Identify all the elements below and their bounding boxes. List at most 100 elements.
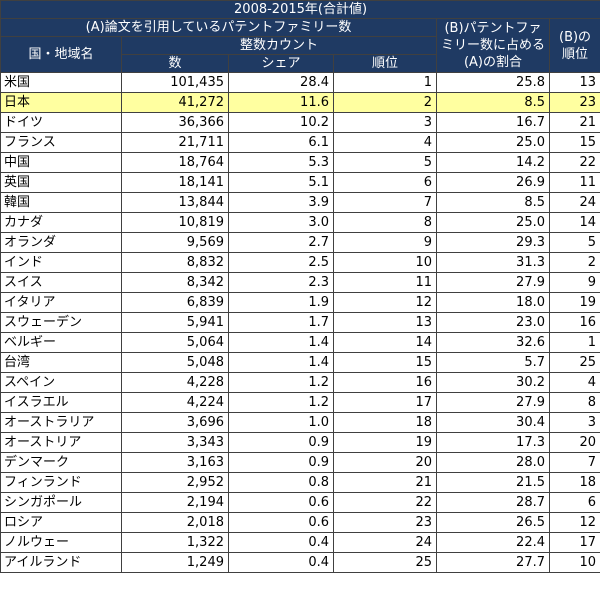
rank-cell: 19	[333, 432, 437, 453]
ratio-cell: 21.5	[436, 472, 550, 493]
b-rank-cell: 11	[548, 172, 600, 193]
ratio-cell: 16.7	[436, 112, 550, 133]
ratio-cell: 27.9	[436, 392, 550, 413]
b-rank-cell: 6	[548, 492, 600, 513]
rank-cell: 1	[333, 72, 437, 93]
share-cell: 5.3	[228, 152, 334, 173]
b-rank-cell: 9	[548, 272, 600, 293]
table-row: デンマーク 3,163 0.9 20 28.0 7	[0, 452, 600, 473]
ratio-cell: 27.9	[436, 272, 550, 293]
table-row: スペイン 4,228 1.2 16 30.2 4	[0, 372, 600, 393]
share-cell: 0.8	[228, 472, 334, 493]
count-cell: 2,194	[121, 492, 229, 513]
ratio-cell: 28.7	[436, 492, 550, 513]
rank-cell: 17	[333, 392, 437, 413]
table-row: ロシア 2,018 0.6 23 26.5 12	[0, 512, 600, 533]
count-cell: 101,435	[121, 72, 229, 93]
share-cell: 1.2	[228, 372, 334, 393]
country-cell: ロシア	[0, 512, 122, 533]
table-row: オランダ 9,569 2.7 9 29.3 5	[0, 232, 600, 253]
table-row: カナダ 10,819 3.0 8 25.0 14	[0, 212, 600, 233]
b-rank-cell: 18	[548, 472, 600, 493]
ratio-cell: 5.7	[436, 352, 550, 373]
share-cell: 0.9	[228, 452, 334, 473]
share-cell: 3.9	[228, 192, 334, 213]
country-cell: 中国	[0, 152, 122, 173]
share-cell: 6.1	[228, 132, 334, 153]
b-rank-cell: 23	[548, 92, 600, 113]
share-cell: 2.3	[228, 272, 334, 293]
table-row: ベルギー 5,064 1.4 14 32.6 1	[0, 332, 600, 353]
share-cell: 3.0	[228, 212, 334, 233]
count-header: 数	[121, 54, 229, 73]
share-cell: 1.9	[228, 292, 334, 313]
group-a-header: (A)論文を引用しているパテントファミリー数	[0, 18, 437, 37]
share-cell: 1.4	[228, 332, 334, 353]
country-cell: オランダ	[0, 232, 122, 253]
count-cell: 5,048	[121, 352, 229, 373]
rank-cell: 7	[333, 192, 437, 213]
rank-cell: 23	[333, 512, 437, 533]
ratio-cell: 30.2	[436, 372, 550, 393]
b-rank-cell: 10	[548, 552, 600, 573]
country-cell: ドイツ	[0, 112, 122, 133]
country-cell: アイルランド	[0, 552, 122, 573]
count-cell: 5,941	[121, 312, 229, 333]
table-row: オーストラリア 3,696 1.0 18 30.4 3	[0, 412, 600, 433]
share-cell: 0.4	[228, 552, 334, 573]
ratio-cell: 8.5	[436, 192, 550, 213]
rank-cell: 8	[333, 212, 437, 233]
country-cell: デンマーク	[0, 452, 122, 473]
count-cell: 41,272	[121, 92, 229, 113]
table-header: 2008-2015年(合計値) (A)論文を引用しているパテントファミリー数 (…	[0, 0, 600, 73]
count-cell: 3,163	[121, 452, 229, 473]
count-cell: 18,141	[121, 172, 229, 193]
country-cell: 英国	[0, 172, 122, 193]
count-cell: 8,832	[121, 252, 229, 273]
share-cell: 10.2	[228, 112, 334, 133]
ratio-cell: 28.0	[436, 452, 550, 473]
table-row: 英国 18,141 5.1 6 26.9 11	[0, 172, 600, 193]
b-rank-cell: 21	[548, 112, 600, 133]
rank-cell: 16	[333, 372, 437, 393]
table-row: イスラエル 4,224 1.2 17 27.9 8	[0, 392, 600, 413]
country-cell: 米国	[0, 72, 122, 93]
country-cell: カナダ	[0, 212, 122, 233]
share-cell: 1.7	[228, 312, 334, 333]
country-cell: イタリア	[0, 292, 122, 313]
share-cell: 1.2	[228, 392, 334, 413]
ratio-cell: 22.4	[436, 532, 550, 553]
table-row: 米国 101,435 28.4 1 25.8 13	[0, 72, 600, 93]
rank-cell: 5	[333, 152, 437, 173]
country-cell: ベルギー	[0, 332, 122, 353]
rank-cell: 25	[333, 552, 437, 573]
ratio-cell: 25.0	[436, 212, 550, 233]
share-cell: 0.4	[228, 532, 334, 553]
rank-cell: 21	[333, 472, 437, 493]
ratio-cell: 29.3	[436, 232, 550, 253]
b-rank-cell: 22	[548, 152, 600, 173]
b-rank-cell: 4	[548, 372, 600, 393]
b-rank-cell: 3	[548, 412, 600, 433]
share-cell: 0.6	[228, 492, 334, 513]
table-row: シンガポール 2,194 0.6 22 28.7 6	[0, 492, 600, 513]
table-row: スウェーデン 5,941 1.7 13 23.0 16	[0, 312, 600, 333]
country-cell: オーストラリア	[0, 412, 122, 433]
rank-cell: 6	[333, 172, 437, 193]
count-cell: 2,018	[121, 512, 229, 533]
count-cell: 4,224	[121, 392, 229, 413]
rank-cell: 10	[333, 252, 437, 273]
count-cell: 8,342	[121, 272, 229, 293]
table-row: ドイツ 36,366 10.2 3 16.7 21	[0, 112, 600, 133]
table-row: 日本 41,272 11.6 2 8.5 23	[0, 92, 600, 113]
rank-cell: 13	[333, 312, 437, 333]
rank-cell: 20	[333, 452, 437, 473]
b-rank-header: (B)の順位	[548, 18, 600, 73]
b-rank-cell: 15	[548, 132, 600, 153]
count-cell: 6,839	[121, 292, 229, 313]
rank-cell: 18	[333, 412, 437, 433]
table-row: フランス 21,711 6.1 4 25.0 15	[0, 132, 600, 153]
country-cell: フランス	[0, 132, 122, 153]
country-cell: スイス	[0, 272, 122, 293]
rank-cell: 15	[333, 352, 437, 373]
